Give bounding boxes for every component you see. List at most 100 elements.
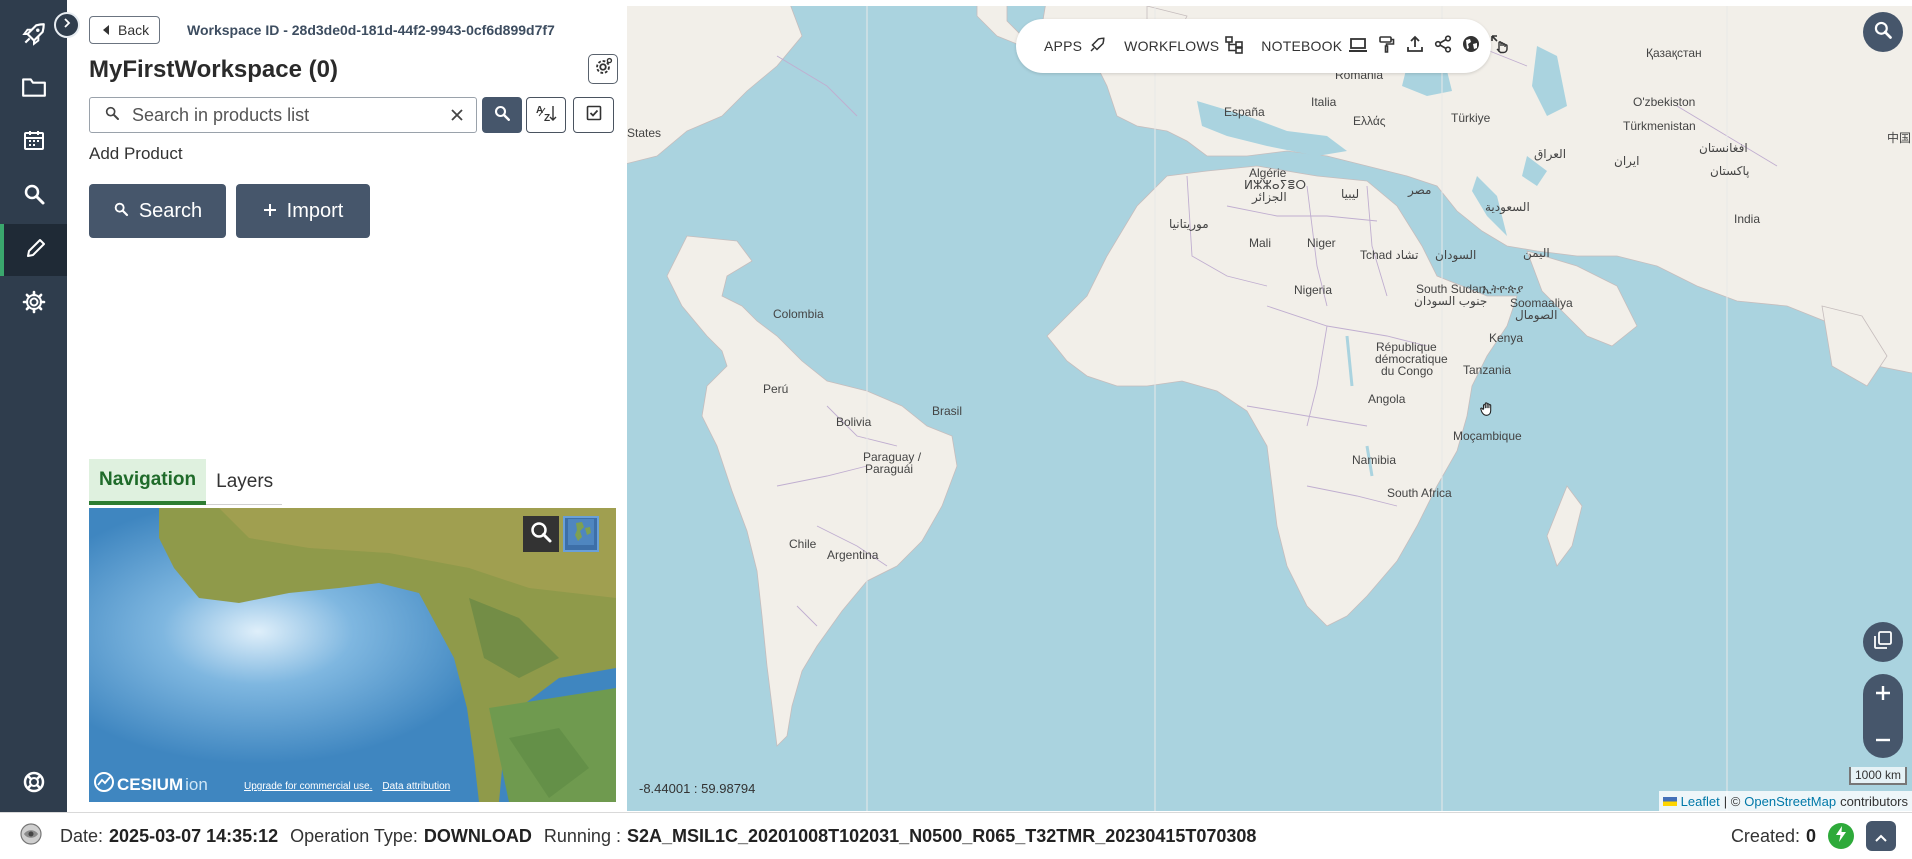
rail-item-edit[interactable]	[0, 224, 67, 276]
map-search-button[interactable]	[1863, 12, 1903, 52]
upload-icon	[1406, 35, 1424, 58]
select-all-button[interactable]	[573, 97, 614, 133]
job-status: Date: 2025-03-07 14:35:12 Operation Type…	[18, 821, 1256, 852]
upgrade-link[interactable]: Upgrade for commercial use.	[244, 781, 372, 792]
ukraine-flag-icon	[1662, 796, 1677, 806]
operation-label: Operation Type:	[290, 825, 418, 846]
rail-item-settings[interactable]	[0, 278, 67, 330]
map-label: ليبيا	[1341, 187, 1360, 201]
map-label: Nigeria	[1294, 283, 1333, 297]
base-layer-picker-button[interactable]	[563, 516, 599, 552]
zoom-out-button[interactable]	[1875, 729, 1891, 747]
bolt-icon	[1835, 825, 1847, 847]
plus-icon	[263, 200, 277, 223]
map-label: السودان	[1435, 248, 1477, 262]
created-label: Created:	[1730, 825, 1800, 846]
status-right: Created: 0	[1731, 821, 1896, 851]
map-label: موريتانيا	[1169, 217, 1209, 231]
grab-cursor-icon	[1479, 400, 1497, 423]
map-tiles	[627, 6, 1912, 811]
map-label: O'zbekiston	[1633, 95, 1696, 109]
rocket-icon	[21, 21, 47, 52]
map-label: پاکستان	[1710, 164, 1750, 178]
import-products-button[interactable]: Import	[236, 184, 370, 238]
map-label: Namibia	[1352, 453, 1397, 467]
tab-layers[interactable]: Layers	[206, 459, 283, 505]
collapse-rail-button[interactable]	[54, 12, 80, 38]
map-label: 中国	[1887, 131, 1912, 145]
tab-navigation[interactable]: Navigation	[89, 459, 207, 505]
calendar-icon	[22, 128, 46, 157]
created-count: 0	[1805, 825, 1816, 846]
pencil-icon	[24, 236, 48, 265]
map-view[interactable]: Қазақстан România España Italia Türkiye …	[627, 6, 1912, 811]
search-icon	[104, 105, 120, 126]
rail-item-files[interactable]	[0, 63, 67, 115]
pan-mode-button[interactable]	[1490, 34, 1510, 57]
search-icon	[1873, 20, 1893, 45]
map-label: Niger	[1307, 236, 1336, 250]
cesium-links: Upgrade for commercial use. Data attribu…	[244, 781, 450, 792]
folder-icon	[21, 75, 47, 104]
search-icon	[113, 200, 129, 223]
zoom-in-button[interactable]	[1875, 685, 1891, 706]
import-button-label: Import	[286, 199, 344, 222]
search-button-label: Search	[138, 199, 203, 222]
map-toolbar: APPS WORKFLOWS NOTEBOOK	[1016, 19, 1508, 73]
search-products-button[interactable]: Search	[89, 184, 226, 238]
rail-item-help[interactable]	[0, 758, 67, 810]
left-rail	[0, 0, 67, 812]
map-label: South Africa	[1387, 486, 1452, 500]
clear-search-icon[interactable]	[450, 108, 464, 122]
scale-bar: 1000 km	[1849, 767, 1907, 785]
workflows-label: WORKFLOWS	[1124, 38, 1220, 54]
globe-view[interactable]: CESIUM ion Upgrade for commercial use. D…	[89, 508, 616, 802]
expand-status-button[interactable]	[1866, 821, 1896, 851]
run-search-button[interactable]	[482, 97, 522, 133]
map-label: Kenya	[1489, 331, 1524, 345]
back-label: Back	[118, 22, 150, 38]
back-button[interactable]: Back	[89, 16, 161, 44]
map-label: اليمن	[1523, 246, 1550, 260]
paint-roller-button[interactable]	[1378, 35, 1396, 57]
layers-button[interactable]	[1863, 622, 1903, 662]
leaflet-link[interactable]: Leaflet	[1681, 794, 1720, 809]
map-label: جنوب السودان	[1414, 294, 1488, 308]
status-bar: Date: 2025-03-07 14:35:12 Operation Type…	[0, 812, 1912, 859]
osm-link[interactable]: OpenStreetMap	[1744, 794, 1836, 809]
map-label: Tanzania	[1463, 363, 1512, 377]
date-label: Date:	[60, 825, 104, 846]
checkbox-icon	[586, 105, 602, 126]
cesium-mark-icon	[93, 771, 115, 798]
apps-menu[interactable]: APPS	[1044, 36, 1106, 57]
globe-button[interactable]	[1462, 35, 1480, 57]
paint-roller-icon	[1378, 35, 1396, 58]
globe-search-button[interactable]	[523, 516, 559, 552]
map-label: مصر	[1408, 183, 1432, 197]
map-label: Türkmenistan	[1623, 119, 1696, 133]
status-indicator	[1828, 823, 1854, 849]
map-label: Italia	[1311, 95, 1337, 109]
notebook-menu[interactable]: NOTEBOOK	[1261, 36, 1368, 57]
app-logo-icon	[18, 821, 44, 852]
workspace-settings-button[interactable]	[588, 54, 618, 84]
app-root: Back Workspace ID - 28d3de0d-181d-44f2-9…	[0, 0, 1912, 859]
sort-az-button[interactable]: AZ	[526, 97, 566, 133]
running-value: S2A_MSIL1C_20201008T102031_N0500_R065_T3…	[626, 825, 1257, 846]
rail-item-search[interactable]	[0, 170, 67, 222]
running-label: Running :	[543, 825, 621, 846]
basemap-icon	[568, 518, 594, 550]
rail-item-calendar[interactable]	[0, 116, 67, 168]
upload-button[interactable]	[1406, 35, 1424, 57]
share-button[interactable]	[1434, 34, 1452, 57]
product-search-input[interactable]	[132, 104, 450, 126]
workflows-menu[interactable]: WORKFLOWS	[1124, 35, 1244, 57]
chevron-right-icon	[61, 16, 73, 34]
data-attribution-link[interactable]: Data attribution	[382, 781, 450, 792]
map-label: Mali	[1249, 236, 1272, 250]
panel-tabs: Navigation Layers	[89, 459, 283, 505]
rocket-icon	[1088, 36, 1106, 57]
caret-left-icon	[102, 22, 110, 38]
sort-alpha-icon: AZ	[535, 103, 557, 128]
map-label: Argentina	[827, 548, 879, 562]
